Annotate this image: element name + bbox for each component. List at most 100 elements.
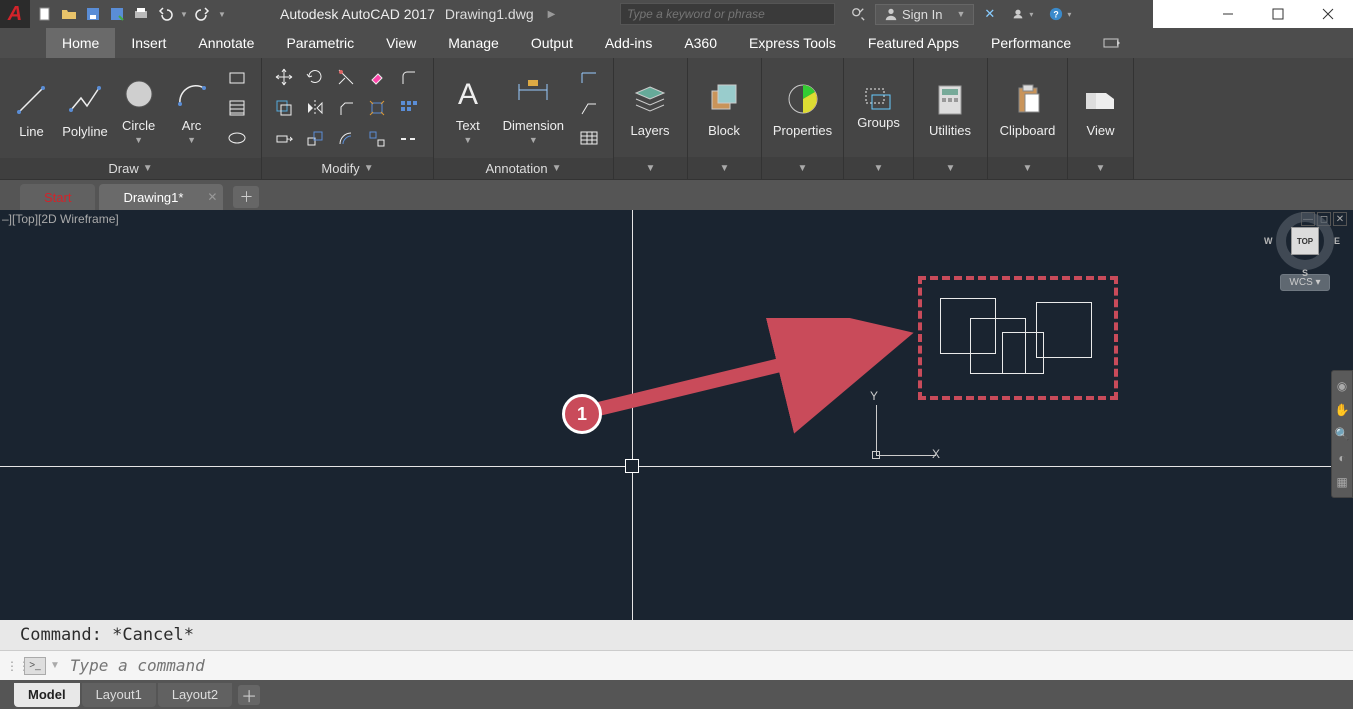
tab-parametric[interactable]: Parametric [270, 28, 370, 58]
table-icon[interactable] [575, 124, 603, 152]
erase-icon[interactable] [363, 63, 391, 91]
panel-clipboard-title[interactable]: ▼ [988, 157, 1067, 179]
fillet-icon[interactable] [394, 63, 422, 91]
a360-icon[interactable]: ▾ [1005, 5, 1039, 23]
tab-featured[interactable]: Featured Apps [852, 28, 975, 58]
save-icon[interactable] [82, 4, 104, 24]
nav-wheel-icon[interactable]: ◉ [1333, 377, 1351, 395]
panel-draw-title[interactable]: Draw▼ [0, 158, 261, 179]
mirror-icon[interactable] [301, 94, 329, 122]
sign-in-button[interactable]: Sign In ▼ [875, 4, 974, 25]
close-button[interactable] [1303, 0, 1353, 28]
tab-a360[interactable]: A360 [668, 28, 733, 58]
tab-addins[interactable]: Add-ins [589, 28, 668, 58]
explode-icon[interactable] [363, 94, 391, 122]
minimize-button[interactable] [1203, 0, 1253, 28]
align-icon[interactable] [363, 125, 391, 153]
ribbon: Line Polyline Circle ▼ Arc ▼ Draw▼ [0, 58, 1353, 180]
layers-button[interactable]: Layers [622, 73, 678, 142]
showmotion-icon[interactable]: ▦ [1333, 473, 1351, 491]
scale-icon[interactable] [301, 125, 329, 153]
layout-tab-1[interactable]: Layout1 [82, 683, 156, 707]
polyline-button[interactable]: Polyline [61, 74, 109, 143]
mleader-icon[interactable] [575, 94, 603, 122]
redo-dropdown-icon[interactable]: ▼ [216, 4, 228, 24]
document-name: Drawing1.dwg [445, 6, 534, 22]
ribbon-tab-bar: Home Insert Annotate Parametric View Man… [0, 28, 1353, 58]
view-button[interactable]: View [1076, 73, 1125, 142]
cmd-handle-icon[interactable]: ⋮⋮ [6, 659, 20, 673]
layout-tab-2[interactable]: Layout2 [158, 683, 232, 707]
pan-icon[interactable]: ✋ [1333, 401, 1351, 419]
line-button[interactable]: Line [8, 74, 55, 143]
panel-properties-title[interactable]: ▼ [762, 157, 843, 179]
utilities-button[interactable]: Utilities [922, 73, 978, 142]
zoom-icon[interactable]: 🔍 [1333, 425, 1351, 443]
hatch-icon[interactable] [223, 94, 251, 122]
viewcube[interactable]: N S E W TOP WCS ▾ [1265, 212, 1345, 291]
ellipse-icon[interactable] [223, 124, 251, 152]
tab-manage[interactable]: Manage [432, 28, 515, 58]
layout-tab-model[interactable]: Model [14, 683, 80, 707]
stretch-icon[interactable] [270, 125, 298, 153]
drawing-canvas[interactable]: –][Top][2D Wireframe] — ◻ ✕ Y X 1 N S E … [0, 210, 1353, 620]
tab-home[interactable]: Home [46, 28, 115, 58]
saveas-icon[interactable] [106, 4, 128, 24]
groups-button[interactable]: Groups [852, 81, 905, 134]
open-icon[interactable] [58, 4, 80, 24]
plot-icon[interactable] [130, 4, 152, 24]
panel-view-title[interactable]: ▼ [1068, 157, 1133, 179]
dimension-button[interactable]: Dimension▼ [500, 68, 567, 149]
arc-button[interactable]: Arc ▼ [168, 68, 215, 149]
chamfer-icon[interactable] [332, 94, 360, 122]
new-tab-button[interactable]: ＋ [233, 186, 259, 208]
rotate-icon[interactable] [301, 63, 329, 91]
rectangle-icon[interactable] [223, 64, 251, 92]
tab-annotate[interactable]: Annotate [182, 28, 270, 58]
cmd-prompt-icon[interactable]: >_ [24, 657, 46, 675]
panel-annotation-title[interactable]: Annotation▼ [434, 158, 613, 179]
maximize-button[interactable] [1253, 0, 1303, 28]
undo-icon[interactable] [154, 4, 176, 24]
orbit-icon[interactable]: ◐ [1333, 449, 1351, 467]
tab-express[interactable]: Express Tools [733, 28, 852, 58]
search-icon[interactable] [845, 5, 871, 23]
tab-output[interactable]: Output [515, 28, 589, 58]
panel-layers-title[interactable]: ▼ [614, 157, 687, 179]
properties-button[interactable]: Properties [770, 73, 835, 142]
panel-block-title[interactable]: ▼ [688, 157, 761, 179]
undo-dropdown-icon[interactable]: ▼ [178, 4, 190, 24]
tab-start[interactable]: Start [20, 184, 95, 210]
tab-view[interactable]: View [370, 28, 432, 58]
offset-icon[interactable] [332, 125, 360, 153]
clipboard-button[interactable]: Clipboard [996, 73, 1059, 142]
close-tab-icon[interactable]: ✕ [207, 190, 217, 204]
redo-icon[interactable] [192, 4, 214, 24]
array-icon[interactable] [394, 94, 422, 122]
layout-add-button[interactable]: ＋ [238, 685, 260, 705]
exchange-icon[interactable]: ✕ [978, 4, 1001, 24]
panel-utilities-title[interactable]: ▼ [914, 157, 987, 179]
text-button[interactable]: A Text▼ [442, 68, 494, 149]
block-button[interactable]: Block [696, 73, 752, 142]
title-arrow-icon[interactable]: ▶ [548, 9, 556, 20]
copy-icon[interactable] [270, 94, 298, 122]
new-icon[interactable] [34, 4, 56, 24]
leader-icon[interactable] [575, 64, 603, 92]
circle-button[interactable]: Circle ▼ [115, 68, 162, 149]
search-input[interactable] [620, 3, 835, 25]
viewport-label[interactable]: –][Top][2D Wireframe] [2, 212, 119, 226]
tab-insert[interactable]: Insert [115, 28, 182, 58]
ribbon-minimize-icon[interactable] [1097, 28, 1127, 58]
panel-modify-title[interactable]: Modify▼ [262, 157, 433, 179]
command-input[interactable] [64, 656, 1347, 675]
help-icon[interactable]: ?▾ [1043, 5, 1077, 23]
move-icon[interactable] [270, 63, 298, 91]
app-menu-button[interactable]: A [0, 0, 30, 28]
trim-icon[interactable] [332, 63, 360, 91]
tab-drawing1[interactable]: Drawing1*✕ [99, 184, 223, 210]
panel-groups-title[interactable]: ▼ [844, 157, 913, 179]
viewcube-top[interactable]: TOP [1291, 227, 1319, 255]
break-icon[interactable] [394, 125, 422, 153]
tab-performance[interactable]: Performance [975, 28, 1087, 58]
